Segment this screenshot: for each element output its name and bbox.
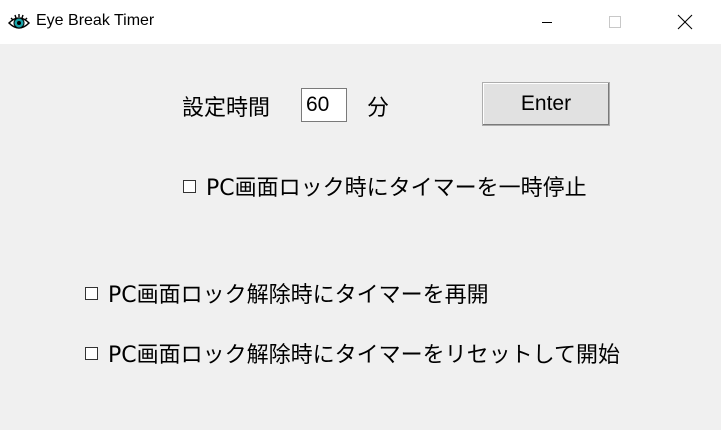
enter-button[interactable]: Enter	[482, 82, 610, 126]
pause-on-lock-checkbox[interactable]	[183, 179, 196, 193]
title-bar[interactable]: Eye Break Timer	[0, 0, 721, 44]
resume-on-unlock-checkbox[interactable]	[85, 286, 98, 300]
close-button[interactable]	[662, 0, 708, 44]
reset-on-unlock-label: PC画面ロック解除時にタイマーをリセットして開始	[108, 343, 620, 368]
pause-on-lock-option[interactable]: PC画面ロック時にタイマーを一時停止	[183, 170, 587, 202]
maximize-button[interactable]	[592, 0, 638, 44]
reset-on-unlock-option[interactable]: PC画面ロック解除時にタイマーをリセットして開始	[85, 337, 620, 369]
window-title: Eye Break Timer	[36, 12, 155, 29]
pause-on-lock-label: PC画面ロック時にタイマーを一時停止	[206, 176, 587, 201]
close-icon	[677, 14, 693, 30]
maximize-icon	[609, 16, 621, 28]
reset-on-unlock-checkbox[interactable]	[85, 346, 98, 360]
setting-time-label: 設定時間	[182, 96, 271, 121]
minutes-unit-label: 分	[367, 96, 390, 121]
resume-on-unlock-label: PC画面ロック解除時にタイマーを再開	[108, 283, 489, 308]
resume-on-unlock-option[interactable]: PC画面ロック解除時にタイマーを再開	[85, 277, 489, 309]
app-window: Eye Break Timer 設定時間 分 Enter PC画面ロック時にタイ…	[0, 0, 721, 430]
minimize-icon	[542, 22, 552, 23]
eye-icon	[8, 14, 30, 29]
minimize-button[interactable]	[524, 0, 570, 44]
client-area: 設定時間 分 Enter PC画面ロック時にタイマーを一時停止 PC画面ロック解…	[0, 44, 721, 430]
minutes-input[interactable]	[301, 88, 347, 122]
